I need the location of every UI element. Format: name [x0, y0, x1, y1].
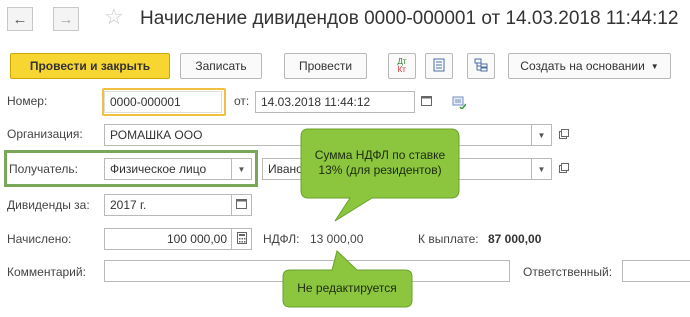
- chevron-down-icon: ▼: [537, 130, 546, 140]
- comment-label: Комментарий:: [7, 265, 86, 279]
- dt-kt-icon: Дт Кт: [397, 57, 407, 74]
- arrow-left-icon: ←: [12, 10, 28, 28]
- number-field[interactable]: 0000-000001: [104, 91, 222, 113]
- calendar-button[interactable]: [416, 91, 436, 113]
- chevron-down-icon: ▼: [650, 61, 659, 71]
- hierarchy-icon: [474, 58, 488, 75]
- favorite-star-icon[interactable]: ☆: [104, 4, 124, 30]
- chevron-down-icon: ▼: [537, 164, 546, 174]
- chevron-down-icon: ▼: [237, 164, 246, 174]
- back-button[interactable]: ←: [7, 7, 33, 31]
- organization-open-button[interactable]: [554, 124, 574, 146]
- list-button[interactable]: [425, 53, 453, 79]
- create-based-on-dropdown[interactable]: Создать на основании ▼: [508, 53, 671, 79]
- payout-value: 87 000,00: [488, 232, 542, 246]
- ndfl-label: НДФЛ:: [263, 232, 300, 246]
- open-window-icon: [559, 128, 569, 142]
- dt-kt-report-button[interactable]: Дт Кт: [388, 53, 416, 79]
- save-button[interactable]: Записать: [180, 53, 262, 79]
- date-field[interactable]: 14.03.2018 11:44:12: [255, 91, 415, 113]
- number-label: Номер:: [7, 94, 48, 108]
- not-editable-callout: Не редактируется: [297, 281, 397, 295]
- ndfl-rate-callout: Сумма НДФЛ по ставке 13% (для резидентов…: [314, 148, 446, 177]
- dividends-period-field[interactable]: 2017 г.: [104, 194, 232, 216]
- arrow-right-icon: →: [58, 10, 74, 28]
- calendar-icon: [420, 95, 432, 109]
- organization-dropdown-button[interactable]: ▼: [532, 124, 552, 146]
- recipient-type-field[interactable]: Физическое лицо: [104, 158, 232, 180]
- post-and-close-button[interactable]: Провести и закрыть: [10, 53, 170, 79]
- calculator-button[interactable]: [232, 228, 252, 250]
- accrued-field[interactable]: 100 000,00: [104, 228, 232, 250]
- date-label: от:: [234, 94, 250, 108]
- responsible-label: Ответственный:: [523, 265, 613, 279]
- ndfl-value: 13 000,00: [310, 232, 364, 246]
- post-button[interactable]: Провести: [284, 53, 367, 79]
- dividends-label: Дивиденды за:: [7, 198, 90, 212]
- period-calendar-button[interactable]: [232, 194, 252, 216]
- forward-button[interactable]: →: [53, 7, 79, 31]
- recipient-label: Получатель:: [9, 162, 78, 176]
- organization-label: Организация:: [7, 127, 83, 141]
- responsible-field[interactable]: [622, 260, 690, 282]
- recipient-name-dropdown-button[interactable]: ▼: [532, 158, 552, 180]
- edit-number-icon[interactable]: [452, 95, 467, 112]
- accrued-label: Начислено:: [7, 232, 72, 246]
- list-icon: [433, 58, 445, 75]
- open-window-icon: [559, 162, 569, 176]
- structure-button[interactable]: [467, 53, 495, 79]
- calendar-icon: [236, 198, 247, 212]
- calculator-icon: [236, 231, 247, 247]
- recipient-open-button[interactable]: [554, 158, 574, 180]
- payout-label: К выплате:: [418, 232, 479, 246]
- window-title: Начисление дивидендов 0000-000001 от 14.…: [140, 8, 679, 29]
- recipient-type-dropdown-button[interactable]: ▼: [232, 158, 252, 180]
